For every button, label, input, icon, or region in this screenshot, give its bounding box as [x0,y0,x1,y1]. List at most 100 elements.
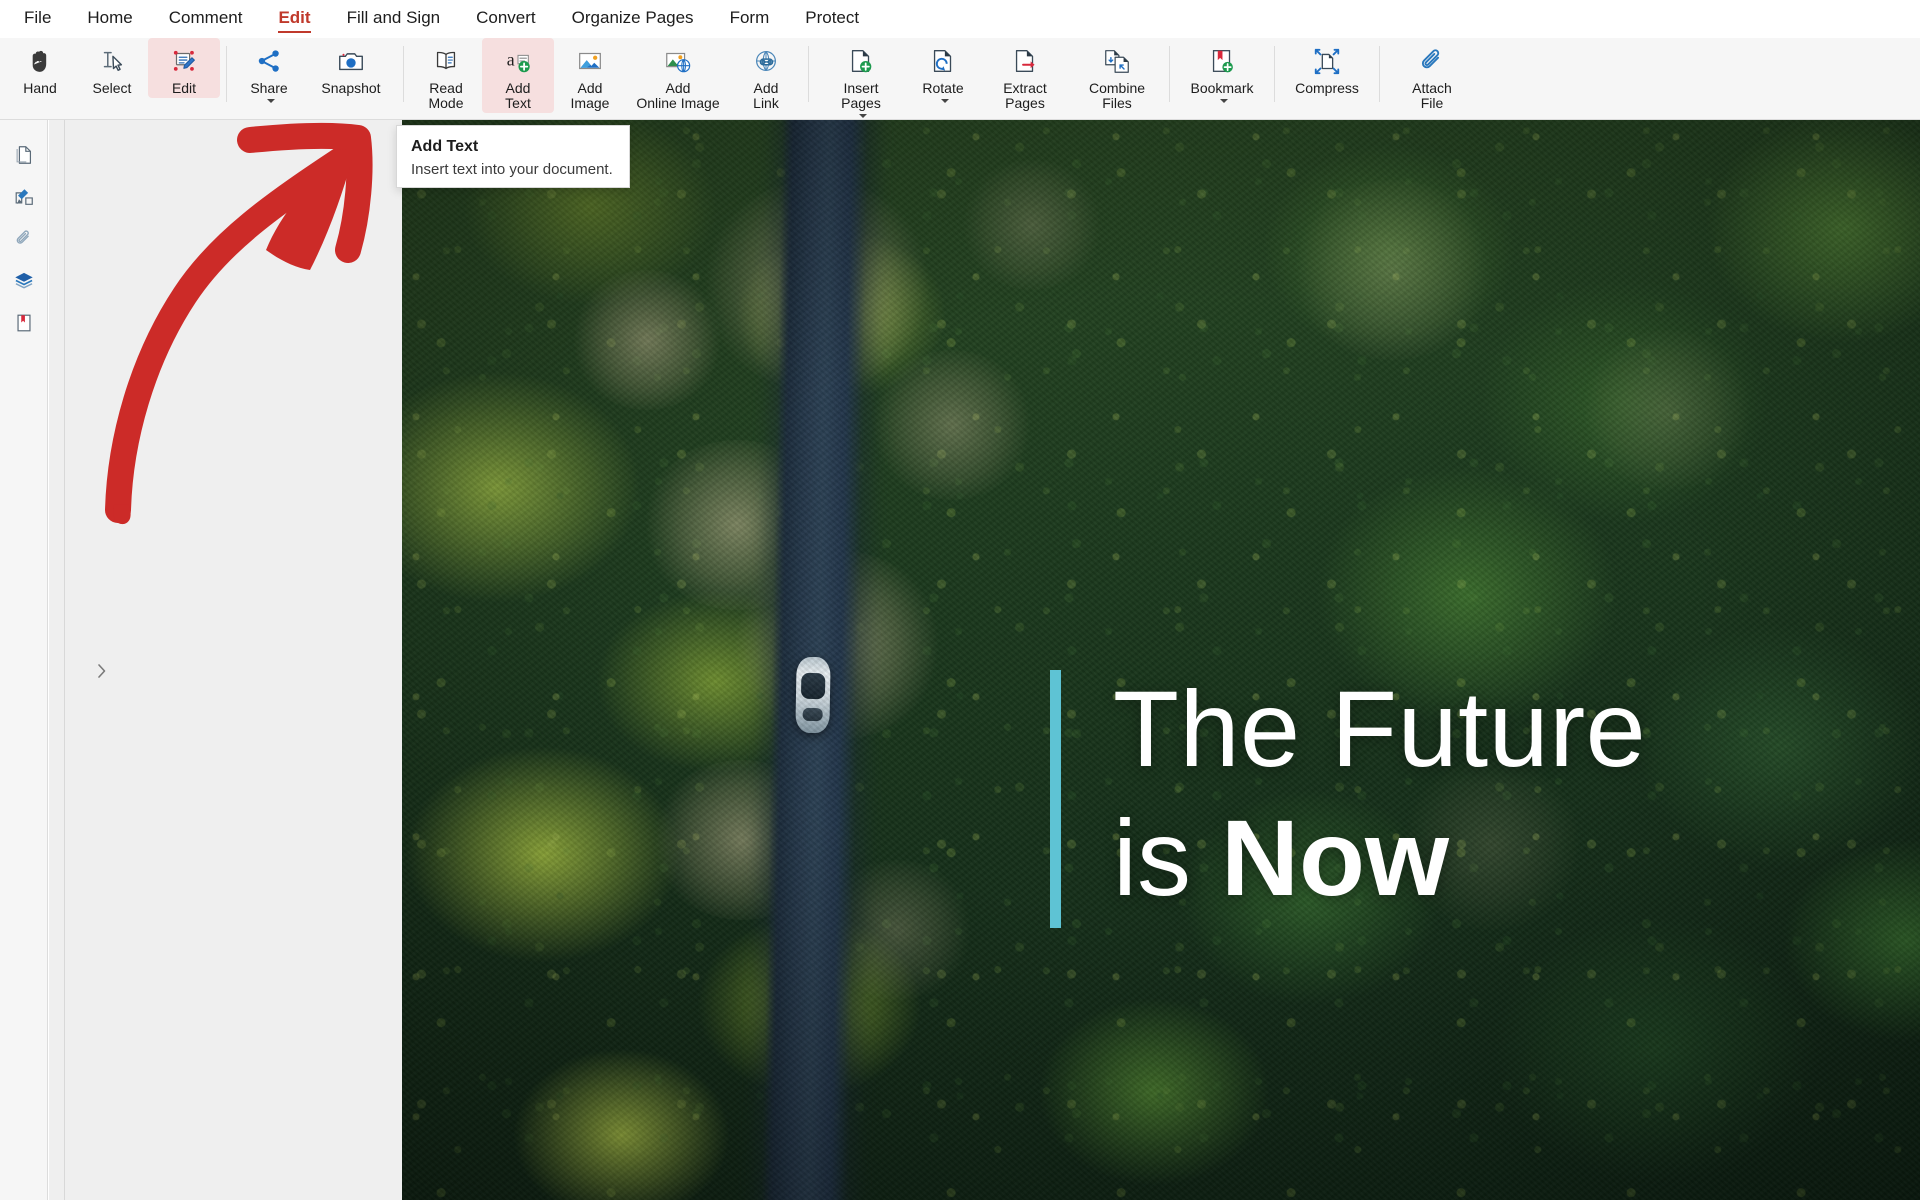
ribbon-separator-5 [1274,46,1275,102]
select-tool-label: Select [92,80,132,96]
add-link-button[interactable]: Add Link [730,38,802,113]
add-online-image-icon [661,44,695,78]
read-mode-icon [429,44,463,78]
ribbon-separator-1 [226,46,227,102]
tooltip-description: Insert text into your document. [411,161,613,178]
combine-files-icon [1100,44,1134,78]
rotate-icon [926,44,960,78]
compress-icon [1310,44,1344,78]
ribbon-group-attach: Attach File [1386,38,1478,120]
bookmark-icon [1205,44,1239,78]
add-text-button[interactable]: a Add Text [482,38,554,113]
share-button[interactable]: Share [233,38,305,108]
combine-files-button[interactable]: Combine Files [1071,38,1163,113]
menu-item-form[interactable]: Form [712,4,788,34]
extract-pages-icon [1008,44,1042,78]
svg-text:a: a [507,50,515,70]
ribbon-group-pages: Insert Pages Rotate Extract Pages Combin… [815,38,1163,120]
edit-icon [167,44,201,78]
menu-item-convert[interactable]: Convert [458,4,554,34]
menu-item-protect[interactable]: Protect [787,4,877,34]
ribbon-separator-3 [808,46,809,102]
bookmarks-button[interactable] [4,304,44,346]
add-text-icon: a [501,44,535,78]
menu-item-fill-and-sign[interactable]: Fill and Sign [329,4,459,34]
headline-accent-bar [1050,670,1061,928]
ribbon-group-content: Read Mode a Add Text Add Image Add Onlin… [410,38,802,120]
ribbon-group-compress: Compress [1281,38,1373,120]
add-image-button[interactable]: Add Image [554,38,626,113]
share-dropdown-arrow[interactable] [264,96,275,106]
compress-button[interactable]: Compress [1281,38,1373,98]
hand-tool-label: Hand [23,80,57,96]
read-mode-button[interactable]: Read Mode [410,38,482,113]
stamp-signature-button[interactable] [4,178,44,220]
hand-icon [23,44,57,78]
menu-item-home[interactable]: Home [69,4,150,34]
insert-pages-label: Insert Pages [841,80,881,111]
ribbon-group-tools: Hand Select Edit [4,38,220,120]
add-text-tooltip: Add Text Insert text into your document. [396,125,630,188]
read-mode-label: Read Mode [428,80,464,111]
add-image-label: Add Image [570,80,610,111]
page-thumbnails-button[interactable] [4,136,44,178]
insert-pages-button[interactable]: Insert Pages [815,38,907,123]
hand-tool-button[interactable]: Hand [4,38,76,98]
insert-pages-icon [844,44,878,78]
attach-file-label: Attach File [1412,80,1452,111]
add-online-image-button[interactable]: Add Online Image [626,38,730,113]
snapshot-button[interactable]: Snapshot [305,38,397,98]
ribbon-separator-4 [1169,46,1170,102]
attach-file-button[interactable]: Attach File [1386,38,1478,113]
thumbnail-pane-divider [64,120,65,1200]
compress-label: Compress [1295,80,1359,96]
headline-line-2: is Now [1113,798,1646,918]
add-link-icon [749,44,783,78]
headline-line-1: The Future [1113,668,1647,789]
add-text-label: Add Text [505,80,531,111]
attachments-paperclip-icon [13,228,35,255]
attach-file-icon [1415,44,1449,78]
menu-item-comment[interactable]: Comment [151,4,261,34]
headline-line-2-light: is [1113,797,1221,918]
application-window: File Home Comment Edit Fill and Sign Con… [0,0,1920,1200]
stamp-signature-icon [13,186,35,213]
extract-pages-label: Extract Pages [1003,80,1047,111]
add-online-image-label: Add Online Image [636,80,720,111]
snapshot-icon [334,44,368,78]
page-thumbnails-icon [13,144,35,171]
menu-item-edit[interactable]: Edit [260,4,328,34]
document-workspace: The Future is Now [49,120,1920,1200]
expand-panel-handle[interactable] [95,660,109,682]
rotate-label: Rotate [922,80,964,96]
left-navigation-rail [0,120,48,1200]
forest-aerial-photo [402,120,1920,1200]
combine-files-label: Combine Files [1088,80,1146,111]
layers-button[interactable] [4,262,44,304]
rotate-dropdown-arrow[interactable] [938,96,949,106]
menu-item-file[interactable]: File [6,4,69,34]
bookmarks-icon [13,312,35,339]
attachments-button[interactable] [4,220,44,262]
add-image-icon [573,44,607,78]
rotate-button[interactable]: Rotate [907,38,979,108]
share-label: Share [250,80,288,96]
select-tool-button[interactable]: Select [76,38,148,98]
add-link-label: Add Link [753,80,779,111]
edit-tool-button[interactable]: Edit [148,38,220,98]
ribbon-group-bookmark: Bookmark [1176,38,1268,120]
document-headline: The Future is Now [1050,670,1646,928]
pdf-page-canvas[interactable]: The Future is Now [402,120,1920,1200]
ribbon-group-share: Share Snapshot [233,38,397,120]
ribbon-separator-2 [403,46,404,102]
bookmark-label: Bookmark [1190,80,1254,96]
share-icon [252,44,286,78]
menu-item-organize-pages[interactable]: Organize Pages [554,4,712,34]
bookmark-dropdown-arrow[interactable] [1217,96,1228,106]
main-menu-bar: File Home Comment Edit Fill and Sign Con… [0,0,1920,38]
snapshot-label: Snapshot [321,80,381,96]
extract-pages-button[interactable]: Extract Pages [979,38,1071,113]
bookmark-button[interactable]: Bookmark [1176,38,1268,108]
layers-icon [13,270,35,297]
tooltip-title: Add Text [411,138,479,155]
